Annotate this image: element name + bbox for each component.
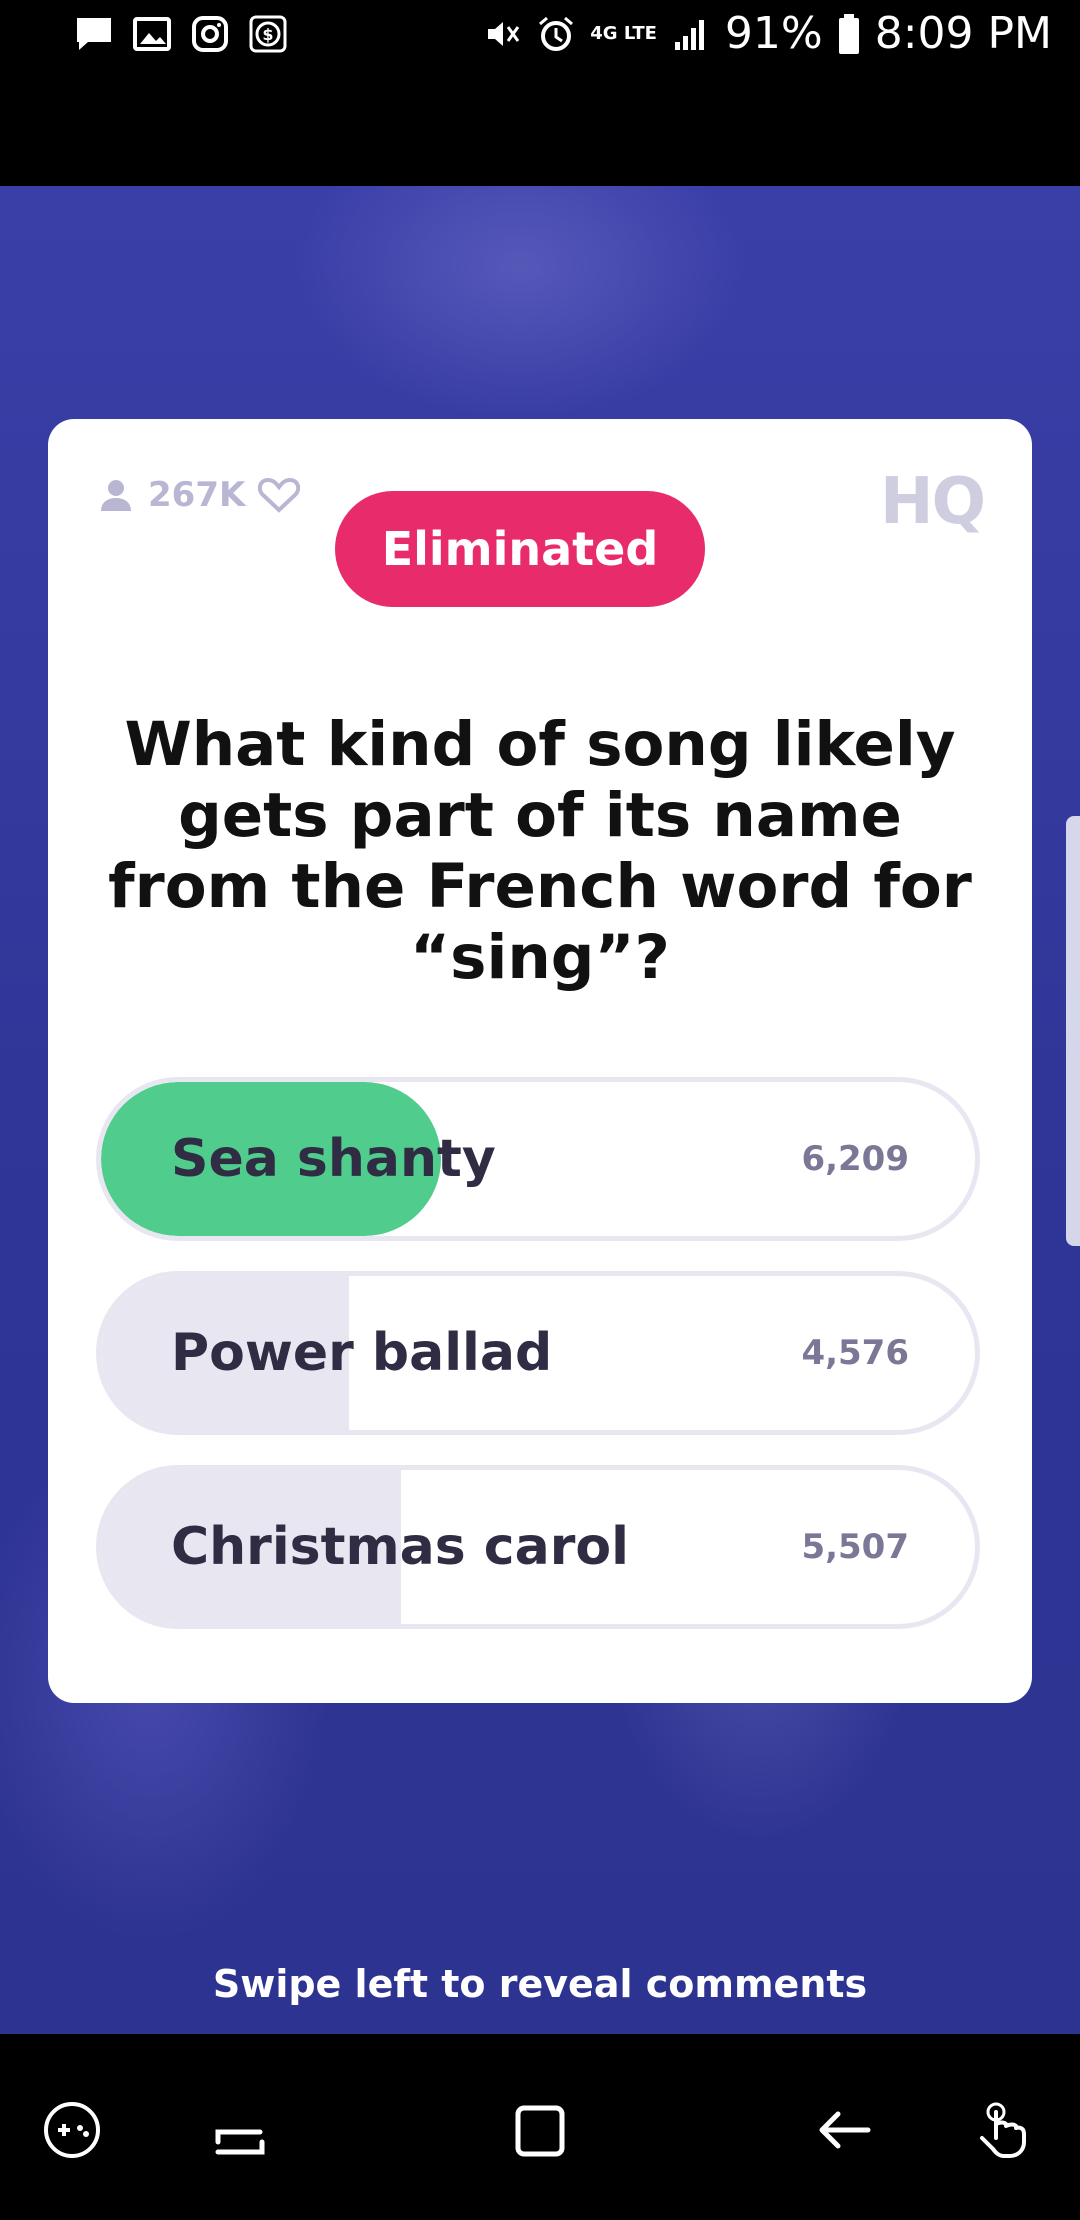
person-icon — [101, 480, 131, 511]
game-background: 267K HQ Eliminated What kind of song lik… — [0, 186, 1080, 2034]
viewer-count-label: 267K — [148, 475, 246, 515]
question-text: What kind of song likely gets part of it… — [108, 709, 972, 993]
message-icon — [77, 18, 111, 50]
answer-count: 5,507 — [801, 1527, 909, 1567]
heart-icon[interactable] — [257, 475, 301, 515]
svg-text:$: $ — [262, 25, 273, 44]
hq-logo: HQ — [880, 465, 986, 539]
answer-label: Sea shanty — [171, 1129, 496, 1189]
answer-label: Power ballad — [171, 1323, 553, 1383]
dollar-icon: $ — [249, 15, 287, 53]
answer-count: 4,576 — [801, 1333, 909, 1373]
answer-option-1[interactable]: Sea shanty 6,209 — [96, 1077, 980, 1241]
system-status: 4G LTE 91% 8:09 PM — [482, 8, 1052, 59]
battery-icon — [838, 13, 859, 54]
answer-label: Christmas carol — [171, 1517, 629, 1577]
viewer-count: 267K — [96, 475, 301, 515]
answer-option-3[interactable]: Christmas carol 5,507 — [96, 1465, 980, 1629]
clock: 8:09 PM — [874, 8, 1052, 59]
swipe-hint: Swipe left to reveal comments — [212, 1962, 868, 2006]
battery-percent: 91% — [724, 8, 823, 59]
notification-icons: $ — [74, 14, 288, 54]
network-icon: 4G LTE — [590, 22, 657, 44]
alarm-icon — [539, 16, 574, 51]
question-card: 267K HQ Eliminated What kind of song lik… — [48, 419, 1032, 1703]
home-icon[interactable] — [508, 2098, 572, 2162]
status-bar: $ 4G LTE 91% 8:09 PM — [0, 0, 1080, 186]
recent-apps-icon[interactable] — [208, 2098, 272, 2162]
answer-option-2[interactable]: Power ballad 4,576 — [96, 1271, 980, 1435]
instagram-icon — [192, 16, 228, 52]
mute-icon — [488, 21, 520, 46]
gesture-icon[interactable] — [972, 2098, 1036, 2162]
game-launcher-icon[interactable] — [40, 2098, 104, 2162]
navigation-bar — [0, 2034, 1080, 2220]
back-icon[interactable] — [812, 2098, 876, 2162]
signal-icon — [674, 19, 704, 50]
gallery-icon — [133, 17, 171, 51]
status-badge: Eliminated — [335, 491, 705, 607]
answer-count: 6,209 — [801, 1139, 909, 1179]
comments-drawer-handle[interactable] — [1066, 816, 1080, 1246]
